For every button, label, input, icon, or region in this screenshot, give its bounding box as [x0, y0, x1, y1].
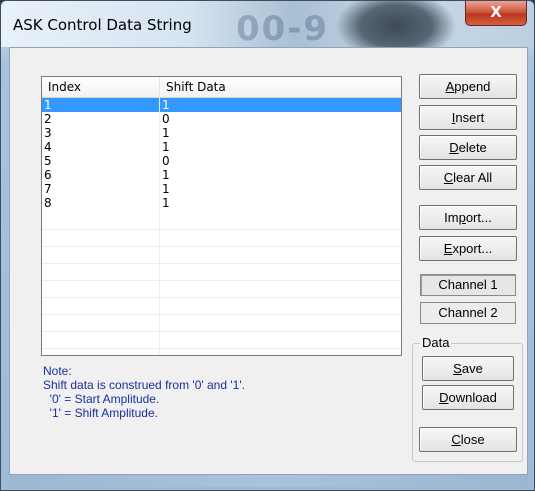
append-button[interactable]: Append: [419, 74, 517, 99]
empty-row: [42, 213, 401, 230]
list-header: Index Shift Data: [42, 77, 401, 98]
btn-text: ort...: [465, 210, 492, 225]
close-window-button[interactable]: X: [465, 1, 527, 26]
row-shift-data: 1: [162, 196, 170, 210]
row-index: 1: [42, 98, 159, 112]
note-line: '1' = Shift Amplitude.: [43, 406, 158, 420]
empty-row: [42, 281, 401, 298]
empty-row: [42, 264, 401, 281]
note-line: Shift data is construed from '0' and '1'…: [43, 378, 245, 392]
row-shift-data: 0: [162, 112, 170, 126]
btn-mnemonic: A: [445, 79, 455, 94]
close-icon: X: [490, 3, 502, 21]
btn-text: nsert: [455, 110, 485, 125]
note-line: Note:: [43, 364, 72, 378]
row-index: 5: [44, 154, 52, 168]
data-group-label: Data: [420, 335, 452, 350]
channel-1-toggle[interactable]: Channel 1: [420, 274, 516, 296]
row-index: 7: [44, 182, 52, 196]
download-button[interactable]: Download: [422, 385, 514, 410]
btn-text: elete: [458, 140, 487, 155]
export-button[interactable]: Export...: [419, 236, 517, 261]
row-shift-data: 1: [162, 126, 170, 140]
close-button[interactable]: Close: [419, 427, 517, 452]
empty-row: [42, 315, 401, 332]
row-index: 3: [44, 126, 52, 140]
background-decoration: 00-9: [236, 9, 330, 49]
row-index: 4: [44, 140, 52, 154]
shift-data-list[interactable]: Index Shift Data 1 1 2 0 3 1 4 1 5 0 6 1…: [41, 76, 402, 356]
btn-mnemonic: C: [443, 170, 454, 185]
import-button[interactable]: Import...: [419, 205, 517, 230]
btn-mnemonic: D: [449, 140, 459, 155]
empty-row: [42, 230, 401, 247]
btn-text: ave: [461, 361, 483, 376]
table-row[interactable]: 8 1: [42, 196, 401, 210]
empty-row: [42, 247, 401, 264]
dialog-window: 00-9 ASK Control Data String X Index Shi…: [0, 0, 535, 491]
title-bar[interactable]: 00-9 ASK Control Data String X: [1, 1, 534, 49]
column-header-shift-data[interactable]: Shift Data: [160, 77, 401, 97]
row-shift-data: 0: [162, 154, 170, 168]
table-row[interactable]: 1 1: [42, 98, 401, 112]
insert-button[interactable]: Insert: [419, 105, 517, 130]
btn-text: lear All: [453, 170, 493, 185]
btn-text: Im: [444, 210, 459, 225]
btn-text: ppend: [454, 79, 491, 94]
row-index: 8: [44, 196, 52, 210]
channel-2-toggle[interactable]: Channel 2: [420, 302, 516, 324]
table-row[interactable]: 5 0: [42, 154, 401, 168]
dialog-client-area: Index Shift Data 1 1 2 0 3 1 4 1 5 0 6 1…: [9, 47, 528, 475]
btn-text: xport...: [452, 241, 493, 256]
clear-all-button[interactable]: Clear All: [419, 165, 517, 190]
row-shift-data: 1: [162, 140, 170, 154]
empty-row: [42, 332, 401, 349]
empty-row: [42, 298, 401, 315]
table-row[interactable]: 2 0: [42, 112, 401, 126]
table-row[interactable]: 3 1: [42, 126, 401, 140]
delete-button[interactable]: Delete: [419, 135, 517, 160]
btn-mnemonic: p: [458, 210, 466, 225]
window-title: ASK Control Data String: [13, 16, 192, 34]
btn-text: ownload: [448, 390, 497, 405]
btn-mnemonic: C: [451, 432, 461, 447]
row-shift-data: 1: [160, 98, 401, 112]
btn-text: lose: [460, 432, 485, 447]
row-index: 2: [44, 112, 52, 126]
note-text: Note: Shift data is construed from '0' a…: [43, 364, 403, 420]
btn-mnemonic: S: [453, 361, 462, 376]
window-bottom-border: [9, 475, 528, 487]
table-row[interactable]: 4 1: [42, 140, 401, 154]
save-button[interactable]: Save: [422, 356, 514, 381]
row-shift-data: 1: [162, 182, 170, 196]
column-header-index[interactable]: Index: [42, 77, 160, 97]
note-line: '0' = Start Amplitude.: [43, 392, 160, 406]
row-shift-data: 1: [162, 168, 170, 182]
table-row[interactable]: 7 1: [42, 182, 401, 196]
table-row[interactable]: 6 1: [42, 168, 401, 182]
row-index: 6: [44, 168, 52, 182]
